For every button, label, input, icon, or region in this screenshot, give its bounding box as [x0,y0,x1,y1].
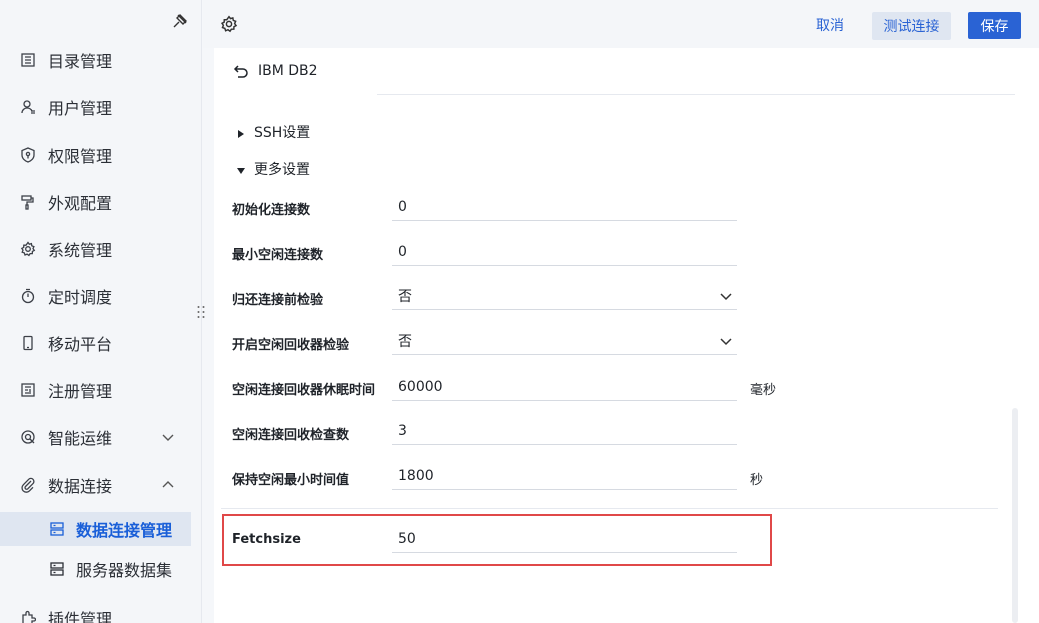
chevron-down-icon [719,289,733,303]
divider [221,508,998,509]
field-label: Fetchsize [232,532,301,547]
sidebar-item-label: 智能运维 [48,429,113,448]
sidebar-item-mobile[interactable]: 移动平台 [0,321,202,365]
plugin-icon [18,608,38,623]
chevron-down-icon [719,334,733,348]
divider [377,94,1015,95]
cancel-button[interactable]: 取消 [816,13,844,39]
min-evictable-idle-input[interactable]: 1800 [392,463,737,490]
back-link[interactable]: IBM DB2 [232,62,318,80]
test-while-idle-select[interactable]: 否 [392,328,737,355]
field-value: 否 [398,289,412,305]
unit-label: 秒 [750,473,764,488]
sidebar-subitem-server-dataset[interactable]: 服务器数据集 [0,552,191,586]
evictor-sleep-input[interactable]: 60000 [392,374,737,401]
sidebar-item-register[interactable]: 注册管理 [0,368,202,412]
field-label: 空闲连接回收检查数 [232,428,350,443]
sidebar-subitem-label: 服务器数据集 [76,561,173,580]
sidebar-item-label: 插件管理 [48,610,113,623]
shield-icon [18,145,38,165]
sidebar-item-appearance[interactable]: 外观配置 [0,180,202,224]
pin-icon[interactable] [171,12,189,30]
caret-right-icon [236,127,246,138]
server-icon [48,520,66,538]
field-value: 50 [398,531,416,547]
test-on-return-select[interactable]: 否 [392,283,737,310]
init-connections-input[interactable]: 0 [392,194,737,221]
sidebar-item-label: 用户管理 [48,99,113,118]
register-icon [18,380,38,400]
sidebar-subitem-connection-management[interactable]: 数据连接管理 [0,512,191,546]
fetchsize-input[interactable]: 50 [392,526,737,553]
settings-gear-icon[interactable] [220,15,238,33]
paperclip-icon [18,475,38,495]
chevron-down-icon [160,429,176,445]
sidebar-item-ops[interactable]: 智能运维 [0,415,202,459]
connection-form-panel: IBM DB2 SSH设置 更多设置 初始化连接数 0 最小空闲连接数 0 归还… [214,48,1039,623]
timer-icon [18,286,38,306]
sidebar-item-label: 目录管理 [48,52,113,71]
sidebar-item-plugins[interactable]: 插件管理 [0,596,202,623]
field-value: 否 [398,334,412,350]
field-value: 60000 [398,379,443,395]
resize-handle-icon[interactable] [196,304,206,320]
sidebar-item-label: 权限管理 [48,147,113,166]
evictor-tests-input[interactable]: 3 [392,418,737,445]
chevron-up-icon [160,477,176,493]
test-connection-button[interactable]: 测试连接 [872,12,951,40]
field-label: 空闲连接回收器休眠时间 [232,383,376,398]
save-button[interactable]: 保存 [968,12,1021,39]
section-ssh-toggle[interactable]: SSH设置 [236,122,310,142]
sidebar-item-label: 注册管理 [48,382,113,401]
sidebar-item-data-connection[interactable]: 数据连接 [0,463,202,507]
unit-label: 毫秒 [750,383,777,398]
section-more-label: 更多设置 [254,162,310,178]
gear-icon [18,239,38,259]
sidebar-item-label: 移动平台 [48,335,113,354]
sidebar-item-label: 系统管理 [48,241,113,260]
min-idle-input[interactable]: 0 [392,239,737,266]
field-label: 保持空闲最小时间值 [232,473,350,488]
field-value: 3 [398,423,407,439]
field-label: 开启空闲回收器检验 [232,338,350,353]
scrollbar[interactable] [1012,408,1018,623]
sidebar: 目录管理 用户管理 权限管理 外观配置 系统管理 定时调度 移动平台 注册管理 … [0,0,202,623]
sidebar-item-label: 外观配置 [48,194,113,213]
sidebar-item-label: 数据连接 [48,477,113,496]
mobile-icon [18,333,38,353]
field-label: 最小空闲连接数 [232,248,324,263]
ops-icon [18,427,38,447]
sidebar-item-system[interactable]: 系统管理 [0,227,202,271]
sidebar-item-catalog[interactable]: 目录管理 [0,38,202,82]
field-label: 归还连接前检验 [232,293,324,308]
caret-down-icon [236,164,246,174]
sidebar-item-schedule[interactable]: 定时调度 [0,274,202,318]
back-arrow-icon [232,62,250,80]
sidebar-item-permissions[interactable]: 权限管理 [0,133,202,177]
catalog-icon [18,50,38,70]
sidebar-item-label: 定时调度 [48,288,113,307]
field-value: 0 [398,199,407,215]
sidebar-item-users[interactable]: 用户管理 [0,85,202,129]
paint-roller-icon [18,192,38,212]
field-label: 初始化连接数 [232,203,311,218]
field-value: 0 [398,244,407,260]
sidebar-subitem-label: 数据连接管理 [76,521,173,540]
field-value: 1800 [398,468,434,484]
server-icon [48,560,66,578]
user-icon [18,97,38,117]
section-more-toggle[interactable]: 更多设置 [236,159,310,179]
page-title: IBM DB2 [258,63,318,79]
section-ssh-label: SSH设置 [254,125,311,141]
top-toolbar: 取消 测试连接 保存 [203,0,1039,48]
